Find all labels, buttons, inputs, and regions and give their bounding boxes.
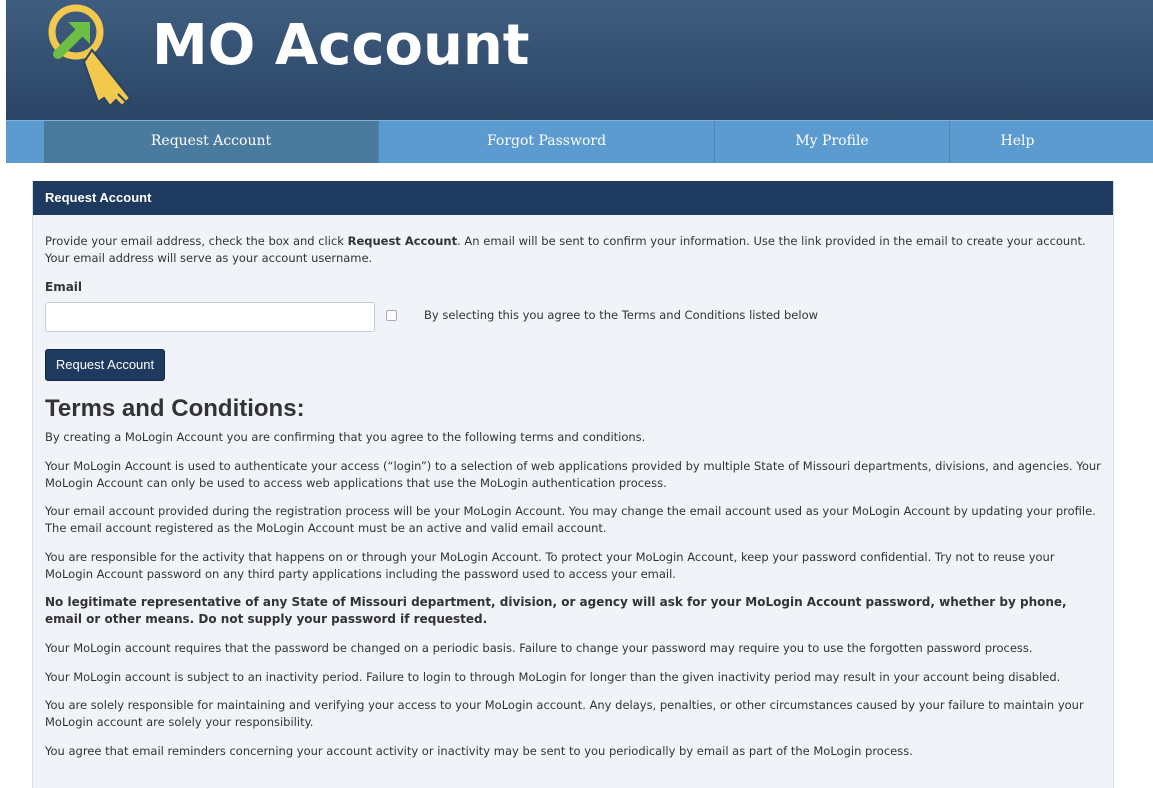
intro-text-part: Provide your email address, check the bo…: [45, 234, 348, 248]
email-form-row: By selecting this you agree to the Terms…: [45, 302, 1101, 336]
site-header: MO Account: [6, 0, 1153, 120]
site-title[interactable]: MO Account: [152, 18, 530, 74]
nav-request-account[interactable]: Request Account: [44, 121, 379, 163]
terms-title: Terms and Conditions:: [45, 395, 305, 422]
terms-paragraph: Your MoLogin Account is used to authenti…: [45, 458, 1101, 490]
terms-paragraph: You are responsible for the activity tha…: [45, 549, 1055, 581]
terms-paragraph: Your MoLogin account requires that the p…: [45, 641, 1033, 655]
terms-warning: No legitimate representative of any Stat…: [45, 595, 1067, 626]
terms-paragraph: By creating a MoLogin Account you are co…: [45, 430, 646, 444]
panel-title: Request Account: [33, 181, 1113, 215]
terms-checkbox-label: By selecting this you agree to the Terms…: [424, 308, 819, 322]
main-nav: Request Account Forgot Password My Profi…: [6, 120, 1153, 163]
request-account-panel: Request Account Provide your email addre…: [32, 181, 1114, 788]
terms-paragraph: Your email account provided during the r…: [45, 504, 1096, 535]
email-input[interactable]: [45, 302, 375, 332]
request-account-button[interactable]: Request Account: [45, 349, 165, 381]
nav-my-profile[interactable]: My Profile: [715, 121, 950, 163]
key-arrow-icon[interactable]: [44, 2, 142, 116]
terms-paragraph: You are solely responsible for maintaini…: [45, 698, 1084, 729]
terms-checkbox[interactable]: [386, 310, 397, 321]
email-label: Email: [45, 280, 83, 294]
nav-help[interactable]: Help: [950, 121, 1085, 163]
nav-forgot-password[interactable]: Forgot Password: [379, 121, 715, 163]
intro-text-bold: Request Account: [347, 234, 458, 248]
terms-paragraph: You agree that email reminders concernin…: [45, 743, 913, 758]
intro-text: Provide your email address, check the bo…: [45, 233, 1101, 267]
terms-paragraph: Your MoLogin account is subject to an in…: [45, 669, 1061, 684]
